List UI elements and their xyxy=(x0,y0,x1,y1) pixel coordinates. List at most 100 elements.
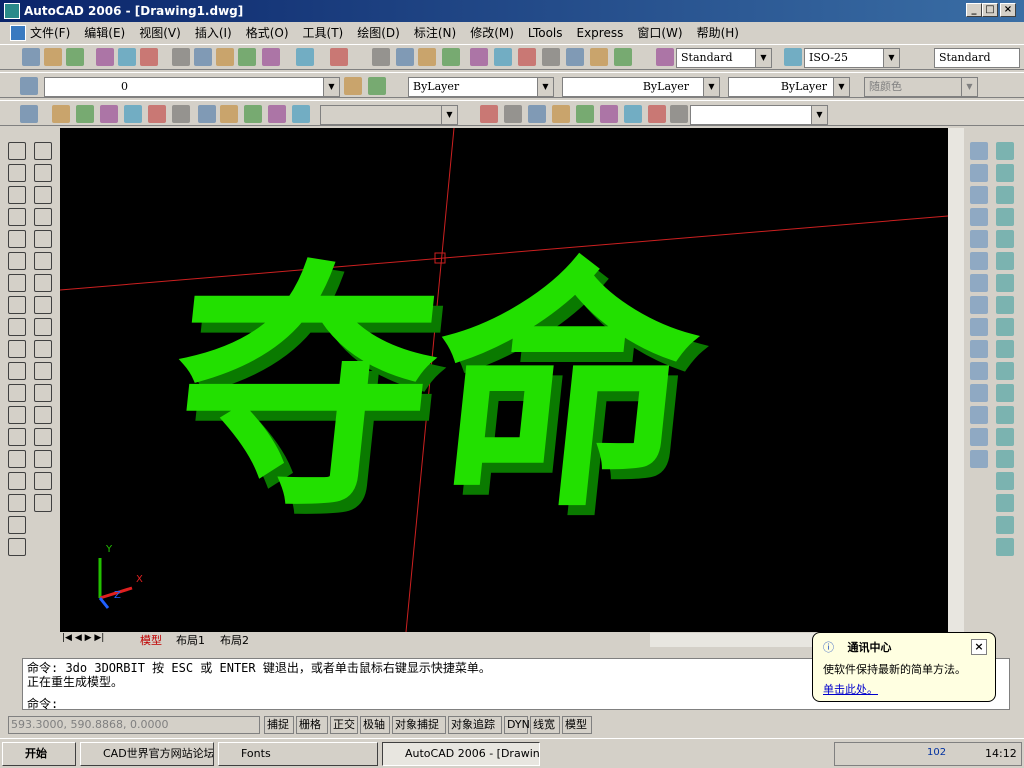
rectangle-icon[interactable] xyxy=(8,230,26,248)
gradient-icon[interactable] xyxy=(8,472,26,490)
stretch-icon[interactable] xyxy=(34,318,52,336)
solid-tool-icon[interactable] xyxy=(970,340,988,358)
offset-icon[interactable] xyxy=(34,208,52,226)
chamfer-icon[interactable] xyxy=(34,450,52,468)
line-icon[interactable] xyxy=(8,142,26,160)
ne-iso-icon[interactable] xyxy=(244,105,262,123)
sw-iso-icon[interactable] xyxy=(198,105,216,123)
menu-format[interactable]: 格式(O) xyxy=(246,22,289,44)
drawing-canvas[interactable]: 夺命 夺命 Y X Z xyxy=(60,128,948,632)
layer-manager-icon[interactable] xyxy=(20,77,38,95)
menu-express[interactable]: Express xyxy=(577,22,624,44)
solid-tool-icon[interactable] xyxy=(970,164,988,182)
close-button[interactable]: × xyxy=(1000,3,1016,17)
named-views-icon[interactable] xyxy=(20,105,38,123)
menu-draw[interactable]: 绘图(D) xyxy=(357,22,400,44)
solid-edit-icon[interactable] xyxy=(996,494,1014,512)
trim-icon[interactable] xyxy=(34,340,52,358)
back-view-icon[interactable] xyxy=(172,105,190,123)
solid-tool-icon[interactable] xyxy=(970,296,988,314)
balloon-link[interactable]: 单击此处。 xyxy=(823,681,985,697)
menu-help[interactable]: 帮助(H) xyxy=(697,22,739,44)
minimize-button[interactable]: _ xyxy=(966,3,982,17)
plotstyle-select[interactable]: 随颜色 ▼ xyxy=(864,77,978,97)
solid-edit-icon[interactable] xyxy=(996,208,1014,226)
solid-edit-icon[interactable] xyxy=(996,472,1014,490)
menu-tools[interactable]: 工具(T) xyxy=(303,22,344,44)
status-toggle[interactable]: 栅格 xyxy=(296,716,328,734)
solid-edit-icon[interactable] xyxy=(996,406,1014,424)
status-toggle[interactable]: 正交 xyxy=(330,716,358,734)
zoom-realtime-icon[interactable] xyxy=(396,48,414,66)
solid-edit-icon[interactable] xyxy=(996,142,1014,160)
view-select[interactable]: ▼ xyxy=(320,105,458,125)
object-ucs-icon[interactable] xyxy=(576,105,594,123)
xline-icon[interactable] xyxy=(8,164,26,182)
left-view-icon[interactable] xyxy=(100,105,118,123)
arc-icon[interactable] xyxy=(8,252,26,270)
sheetset-icon[interactable] xyxy=(542,48,560,66)
menu-insert[interactable]: 插入(I) xyxy=(195,22,232,44)
menu-edit[interactable]: 编辑(E) xyxy=(84,22,125,44)
menu-window[interactable]: 窗口(W) xyxy=(637,22,682,44)
dim-style-icon[interactable] xyxy=(784,48,802,66)
open-icon[interactable] xyxy=(44,48,62,66)
pan-icon[interactable] xyxy=(372,48,390,66)
solid-edit-icon[interactable] xyxy=(996,384,1014,402)
menu-ltools[interactable]: LTools xyxy=(528,22,563,44)
solid-edit-icon[interactable] xyxy=(996,428,1014,446)
layer-select[interactable]: 0 ▼ xyxy=(44,77,340,97)
solid-edit-icon[interactable] xyxy=(996,252,1014,270)
zaxis-ucs-icon[interactable] xyxy=(648,105,666,123)
preview-icon[interactable] xyxy=(118,48,136,66)
status-toggle[interactable]: 捕捉 xyxy=(264,716,294,734)
cut-icon[interactable] xyxy=(172,48,190,66)
linetype-select[interactable]: ByLayer ▼ xyxy=(562,77,720,97)
save-icon[interactable] xyxy=(66,48,84,66)
color-select[interactable]: ByLayer ▼ xyxy=(408,77,554,97)
tab-nav-buttons[interactable]: |◀ ◀ ▶ ▶| xyxy=(62,633,104,643)
solid-edit-icon[interactable] xyxy=(996,230,1014,248)
join-icon[interactable] xyxy=(34,428,52,446)
scale-icon[interactable] xyxy=(34,296,52,314)
front-view-icon[interactable] xyxy=(148,105,166,123)
solid-tool-icon[interactable] xyxy=(970,362,988,380)
help-icon[interactable] xyxy=(614,48,632,66)
copy-icon[interactable] xyxy=(194,48,212,66)
redo-icon[interactable] xyxy=(330,48,348,66)
mtext-icon[interactable] xyxy=(8,538,26,556)
status-toggle[interactable]: 极轴 xyxy=(360,716,390,734)
lineweight-select[interactable]: ByLayer ▼ xyxy=(728,77,850,97)
insert-block-icon[interactable] xyxy=(8,384,26,402)
origin-ucs-icon[interactable] xyxy=(624,105,642,123)
dim-style-select[interactable]: ISO-25 ▼ xyxy=(804,48,900,68)
status-toggle[interactable]: DYN xyxy=(504,716,530,734)
world-ucs-icon[interactable] xyxy=(504,105,522,123)
bottom-view-icon[interactable] xyxy=(76,105,94,123)
start-button[interactable]: 开始 xyxy=(2,742,76,766)
menu-file[interactable]: 文件(F) xyxy=(30,22,70,44)
view-ucs-icon[interactable] xyxy=(600,105,618,123)
3point-ucs-icon[interactable] xyxy=(670,105,688,123)
menu-view[interactable]: 视图(V) xyxy=(139,22,181,44)
new-icon[interactable] xyxy=(22,48,40,66)
vertical-scrollbar[interactable] xyxy=(948,128,964,632)
break-icon[interactable] xyxy=(34,406,52,424)
solid-tool-icon[interactable] xyxy=(970,208,988,226)
copy-object-icon[interactable] xyxy=(34,164,52,182)
close-balloon-button[interactable]: × xyxy=(971,639,987,655)
solid-tool-icon[interactable] xyxy=(970,252,988,270)
maximize-button[interactable]: □ xyxy=(982,3,998,17)
table-style-select[interactable]: Standard xyxy=(934,48,1020,68)
pline-icon[interactable] xyxy=(8,186,26,204)
face-ucs-icon[interactable] xyxy=(552,105,570,123)
top-view-icon[interactable] xyxy=(52,105,70,123)
solid-edit-icon[interactable] xyxy=(996,318,1014,336)
status-toggle[interactable]: 对象追踪 xyxy=(448,716,502,734)
menu-dimension[interactable]: 标注(N) xyxy=(414,22,456,44)
camera-icon[interactable] xyxy=(292,105,310,123)
move-icon[interactable] xyxy=(34,252,52,270)
plot-icon[interactable] xyxy=(96,48,114,66)
solid-edit-icon[interactable] xyxy=(996,362,1014,380)
paste-icon[interactable] xyxy=(216,48,234,66)
